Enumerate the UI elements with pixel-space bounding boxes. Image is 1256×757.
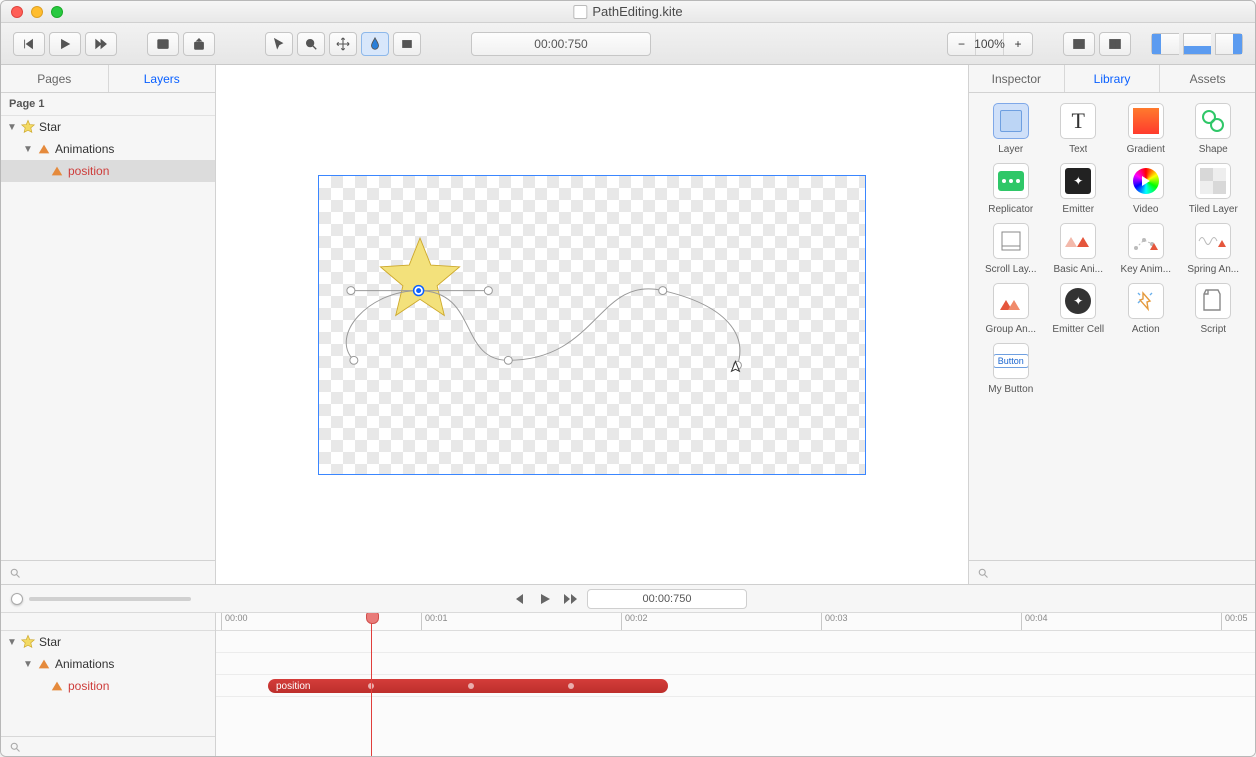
lib-emitter[interactable]: ✦Emitter: [1047, 163, 1111, 215]
document-icon: [573, 5, 587, 19]
timeline-rewind-button[interactable]: [509, 590, 529, 608]
left-panel-toggle[interactable]: [1151, 33, 1179, 55]
row-label: Star: [39, 635, 61, 649]
preview-button[interactable]: [147, 32, 179, 56]
move-tool[interactable]: [329, 32, 357, 56]
ruler-tick: 00:02: [621, 613, 648, 630]
tl-row-position[interactable]: position: [1, 675, 215, 697]
layer-tree: ▼ Star ▼ Animations position: [1, 116, 215, 560]
lib-replicator[interactable]: Replicator: [979, 163, 1043, 215]
canvas-area[interactable]: [216, 65, 968, 584]
select-tool[interactable]: [265, 32, 293, 56]
view-mode-b[interactable]: [1099, 32, 1131, 56]
fast-forward-button[interactable]: [85, 32, 117, 56]
timeline-panel: 00:00:750 ▼ Star ▼ Animations: [1, 584, 1255, 756]
lib-layer[interactable]: Layer: [979, 103, 1043, 155]
zoom-control[interactable]: − 100% +: [947, 32, 1033, 56]
tab-layers[interactable]: Layers: [109, 65, 216, 92]
tree-row-position[interactable]: position: [1, 160, 215, 182]
toolbar: 00:00:750 − 100% +: [1, 23, 1255, 65]
timeline-play-button[interactable]: [535, 590, 555, 608]
view-mode-a[interactable]: [1063, 32, 1095, 56]
pen-tool[interactable]: [361, 32, 389, 56]
ruler-tick: 00:00: [221, 613, 248, 630]
anim-bar-label: position: [276, 681, 310, 692]
timeline-search[interactable]: [1, 736, 215, 756]
maximize-window-button[interactable]: [51, 6, 63, 18]
position-icon: [49, 163, 65, 179]
ruler-tick: 00:04: [1021, 613, 1048, 630]
lib-groupanim[interactable]: Group An...: [979, 283, 1043, 335]
window-title: PathEditing.kite: [592, 4, 682, 19]
minimize-window-button[interactable]: [31, 6, 43, 18]
lib-script[interactable]: Script: [1182, 283, 1246, 335]
left-sidebar: Pages Layers Page 1 ▼ Star ▼ Animations …: [1, 65, 216, 584]
lib-text[interactable]: TText: [1047, 103, 1111, 155]
close-window-button[interactable]: [11, 6, 23, 18]
tab-library[interactable]: Library: [1065, 65, 1161, 92]
timeline-ff-button[interactable]: [561, 590, 581, 608]
position-icon: [49, 678, 65, 694]
lib-keyanim[interactable]: Key Anim...: [1114, 223, 1178, 275]
zoom-tool[interactable]: [297, 32, 325, 56]
animations-icon: [36, 656, 52, 672]
time-display: 00:00:750: [471, 32, 651, 56]
lib-basicanim[interactable]: Basic Ani...: [1047, 223, 1111, 275]
lib-tiled[interactable]: Tiled Layer: [1182, 163, 1246, 215]
timeline-tracks[interactable]: 00:00 00:01 00:02 00:03 00:04 00:05 posi…: [216, 613, 1255, 756]
zoom-in-button[interactable]: +: [1004, 33, 1032, 55]
motion-path[interactable]: [319, 176, 865, 475]
timeline-zoom-slider[interactable]: [11, 593, 191, 605]
playhead[interactable]: [371, 613, 372, 756]
rewind-button[interactable]: [13, 32, 45, 56]
page-label[interactable]: Page 1: [1, 93, 215, 116]
row-label: Star: [39, 120, 61, 134]
artboard[interactable]: [318, 175, 866, 475]
lib-action[interactable]: Action: [1114, 283, 1178, 335]
right-panel-toggle[interactable]: [1215, 33, 1243, 55]
lib-mybutton[interactable]: ButtonMy Button: [979, 343, 1043, 395]
ruler-tick: 00:01: [421, 613, 448, 630]
left-search[interactable]: [1, 560, 215, 584]
tab-assets[interactable]: Assets: [1160, 65, 1255, 92]
timeline-tree: ▼ Star ▼ Animations position: [1, 613, 216, 756]
animation-bar-position[interactable]: position: [268, 679, 668, 693]
star-icon: [20, 634, 36, 650]
rect-tool[interactable]: [393, 32, 421, 56]
row-label: position: [68, 164, 109, 178]
bottom-panel-toggle[interactable]: [1183, 33, 1211, 55]
lib-springanim[interactable]: Spring An...: [1182, 223, 1246, 275]
right-sidebar: Inspector Library Assets Layer TText Gra…: [968, 65, 1255, 584]
timeline-time-display: 00:00:750: [587, 589, 747, 609]
ruler-tick: 00:05: [1221, 613, 1248, 630]
titlebar: PathEditing.kite: [1, 1, 1255, 23]
row-label: Animations: [55, 657, 114, 671]
lib-shape[interactable]: Shape: [1182, 103, 1246, 155]
row-label: position: [68, 679, 109, 693]
row-label: Animations: [55, 142, 114, 156]
play-button[interactable]: [49, 32, 81, 56]
lib-gradient[interactable]: Gradient: [1114, 103, 1178, 155]
tl-row-star[interactable]: ▼ Star: [1, 631, 215, 653]
lib-scroll[interactable]: Scroll Lay...: [979, 223, 1043, 275]
tab-pages[interactable]: Pages: [1, 65, 109, 92]
lib-emittercell[interactable]: ✦Emitter Cell: [1047, 283, 1111, 335]
library-grid: Layer TText Gradient Shape Replicator ✦E…: [969, 93, 1255, 405]
star-icon: [20, 119, 36, 135]
tree-row-star[interactable]: ▼ Star: [1, 116, 215, 138]
tree-row-animations[interactable]: ▼ Animations: [1, 138, 215, 160]
zoom-value: 100%: [976, 33, 1004, 55]
share-button[interactable]: [183, 32, 215, 56]
animations-icon: [36, 141, 52, 157]
right-search[interactable]: [969, 560, 1255, 584]
zoom-out-button[interactable]: −: [948, 33, 976, 55]
tab-inspector[interactable]: Inspector: [969, 65, 1065, 92]
tl-row-animations[interactable]: ▼ Animations: [1, 653, 215, 675]
lib-video[interactable]: Video: [1114, 163, 1178, 215]
ruler-tick: 00:03: [821, 613, 848, 630]
